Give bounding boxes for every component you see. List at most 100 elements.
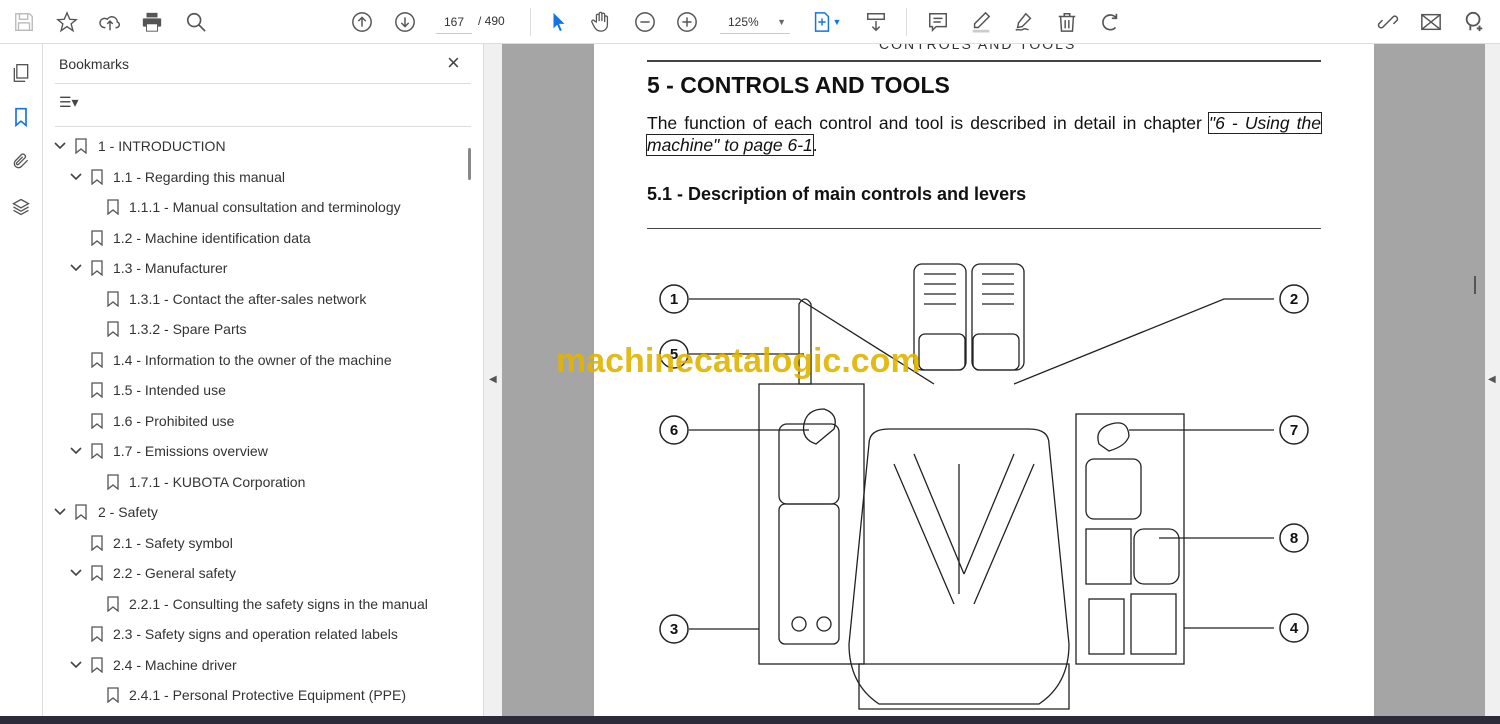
zoom-level-select[interactable]: 125% ▼: [720, 10, 790, 34]
bookmark-scrollbar[interactable]: [468, 148, 471, 180]
chevron-down-icon[interactable]: [53, 139, 67, 153]
callout-6: 6: [659, 415, 689, 445]
chapter-heading: 5 - CONTROLS AND TOOLS: [647, 72, 950, 98]
zoom-in-icon[interactable]: [673, 8, 701, 36]
bookmark-item[interactable]: 1.1.1 - Manual consultation and terminol…: [43, 193, 463, 221]
bookmark-label: 2.4.1 - Personal Protective Equipment (P…: [129, 687, 407, 703]
page-number-input[interactable]: 167: [436, 10, 472, 34]
previous-page-icon[interactable]: [348, 8, 376, 36]
bookmark-icon: [107, 595, 119, 612]
taskbar-strip: [0, 716, 1500, 724]
bookmark-label: 2.2 - General safety: [113, 565, 236, 581]
divider: [647, 228, 1321, 229]
callout-number: 1: [670, 291, 678, 308]
bookmark-label: 1.1 - Regarding this manual: [113, 168, 285, 185]
bookmark-item[interactable]: 1.3.2 - Spare Parts: [43, 315, 463, 343]
chevron-down-icon[interactable]: [69, 444, 83, 458]
callout-number: 3: [670, 621, 678, 638]
bookmark-icon: [91, 351, 103, 368]
callout-8: 8: [1279, 523, 1309, 553]
bookmark-item[interactable]: 1.4 - Information to the owner of the ma…: [43, 346, 463, 374]
layers-icon[interactable]: [8, 194, 34, 220]
bookmark-icon: [91, 382, 103, 398]
bookmark-label: 1.4 - Information to the owner of the ma…: [113, 351, 392, 368]
collapse-arrow-icon[interactable]: ◀: [489, 374, 497, 385]
bookmark-item[interactable]: 2.4 - Machine driver: [43, 651, 463, 679]
search-icon[interactable]: [182, 8, 210, 36]
bookmark-label: 1.5 - Intended use: [113, 382, 226, 398]
bookmark-icon: [75, 504, 87, 520]
delete-icon[interactable]: [1053, 8, 1081, 36]
bookmark-item[interactable]: 2.2.1 - Consulting the safety signs in t…: [43, 590, 463, 618]
expand-arrow-icon[interactable]: ◀: [1488, 374, 1496, 385]
bookmark-icon: [91, 656, 103, 673]
right-scrollbar[interactable]: ◀: [1485, 44, 1500, 716]
chevron-down-icon[interactable]: [69, 658, 83, 672]
bookmark-item[interactable]: 1 - INTRODUCTION: [43, 132, 463, 160]
para-text: The function of each control and tool is…: [647, 113, 1209, 133]
bookmark-item[interactable]: 1.3 - Manufacturer: [43, 254, 463, 282]
bookmark-item[interactable]: 2.4.1 - Personal Protective Equipment (P…: [43, 681, 463, 709]
bookmark-item[interactable]: 2 - Safety: [43, 498, 463, 526]
scroll-mode-icon[interactable]: [862, 8, 890, 36]
bookmark-label: 2.4 - Machine driver: [113, 656, 237, 673]
zoom-out-icon[interactable]: [631, 8, 659, 36]
email-icon[interactable]: [1417, 8, 1445, 36]
divider: [530, 8, 531, 36]
save-icon[interactable]: [10, 8, 38, 36]
upload-cloud-icon[interactable]: [96, 8, 124, 36]
divider: [906, 8, 907, 36]
bookmarks-icon[interactable]: [8, 104, 34, 130]
bookmark-item[interactable]: 1.7.1 - KUBOTA Corporation: [43, 468, 463, 496]
attachment-icon[interactable]: [8, 148, 34, 174]
right-console-drawing: [1075, 413, 1185, 665]
pages-thumbnail-icon[interactable]: [8, 60, 34, 86]
bookmark-icon: [91, 443, 103, 459]
document-viewer: CONTROLS AND TOOLS 5 - CONTROLS AND TOOL…: [502, 44, 1485, 716]
callout-number: 7: [1290, 422, 1298, 439]
page-scroll-indicator[interactable]: [1474, 276, 1476, 294]
callout-7: 7: [1279, 415, 1309, 445]
bookmark-icon: [75, 138, 87, 154]
bookmark-icon: [107, 687, 119, 703]
rotate-icon[interactable]: [1096, 8, 1124, 36]
close-icon[interactable]: ×: [447, 50, 460, 76]
page-fit-icon[interactable]: ▼: [808, 8, 844, 36]
bookmark-item[interactable]: 1.2 - Machine identification data: [43, 224, 463, 252]
share-link-icon[interactable]: [1374, 8, 1402, 36]
watermark: machinecatalogic.com: [556, 342, 921, 380]
bookmark-options-button[interactable]: ☰▾: [59, 94, 79, 111]
star-icon[interactable]: [53, 8, 81, 36]
panel-title: Bookmarks: [59, 56, 130, 72]
panel-collapse-strip[interactable]: ◀: [484, 44, 502, 716]
bookmark-label: 2.1 - Safety symbol: [113, 534, 233, 551]
bookmark-item[interactable]: 1.6 - Prohibited use: [43, 407, 463, 435]
select-cursor-icon[interactable]: [545, 8, 573, 36]
bookmark-item[interactable]: 2.1 - Safety symbol: [43, 529, 463, 557]
sign-icon[interactable]: [1010, 8, 1038, 36]
bookmark-item[interactable]: 1.1 - Regarding this manual: [43, 163, 463, 191]
bookmark-label: 2.3 - Safety signs and operation related…: [113, 626, 398, 642]
bookmark-item[interactable]: 1.3.1 - Contact the after-sales network: [43, 285, 463, 313]
next-page-icon[interactable]: [391, 8, 419, 36]
comment-icon[interactable]: [924, 8, 952, 36]
chevron-down-icon[interactable]: [53, 505, 67, 519]
bookmark-icon: [107, 473, 119, 490]
callout-number: 4: [1290, 620, 1299, 637]
seat-drawing: [848, 428, 1070, 710]
page-total: / 490: [478, 14, 505, 28]
bookmark-label: 2 - Safety: [98, 504, 158, 520]
bookmark-item[interactable]: 2.2 - General safety: [43, 559, 463, 587]
hand-tool-icon[interactable]: [587, 8, 615, 36]
bookmark-item[interactable]: 2.3 - Safety signs and operation related…: [43, 620, 463, 648]
chevron-down-icon[interactable]: [69, 566, 83, 580]
print-icon[interactable]: [138, 8, 166, 36]
bookmark-item[interactable]: 1.7 - Emissions overview: [43, 437, 463, 465]
chevron-down-icon[interactable]: [69, 261, 83, 275]
bookmark-icon: [107, 321, 119, 337]
add-user-icon[interactable]: [1460, 8, 1488, 36]
bookmark-label: 1.7.1 - KUBOTA Corporation: [129, 473, 306, 490]
highlight-pen-icon[interactable]: [967, 8, 995, 36]
chevron-down-icon[interactable]: [69, 170, 83, 184]
bookmark-item[interactable]: 1.5 - Intended use: [43, 376, 463, 404]
